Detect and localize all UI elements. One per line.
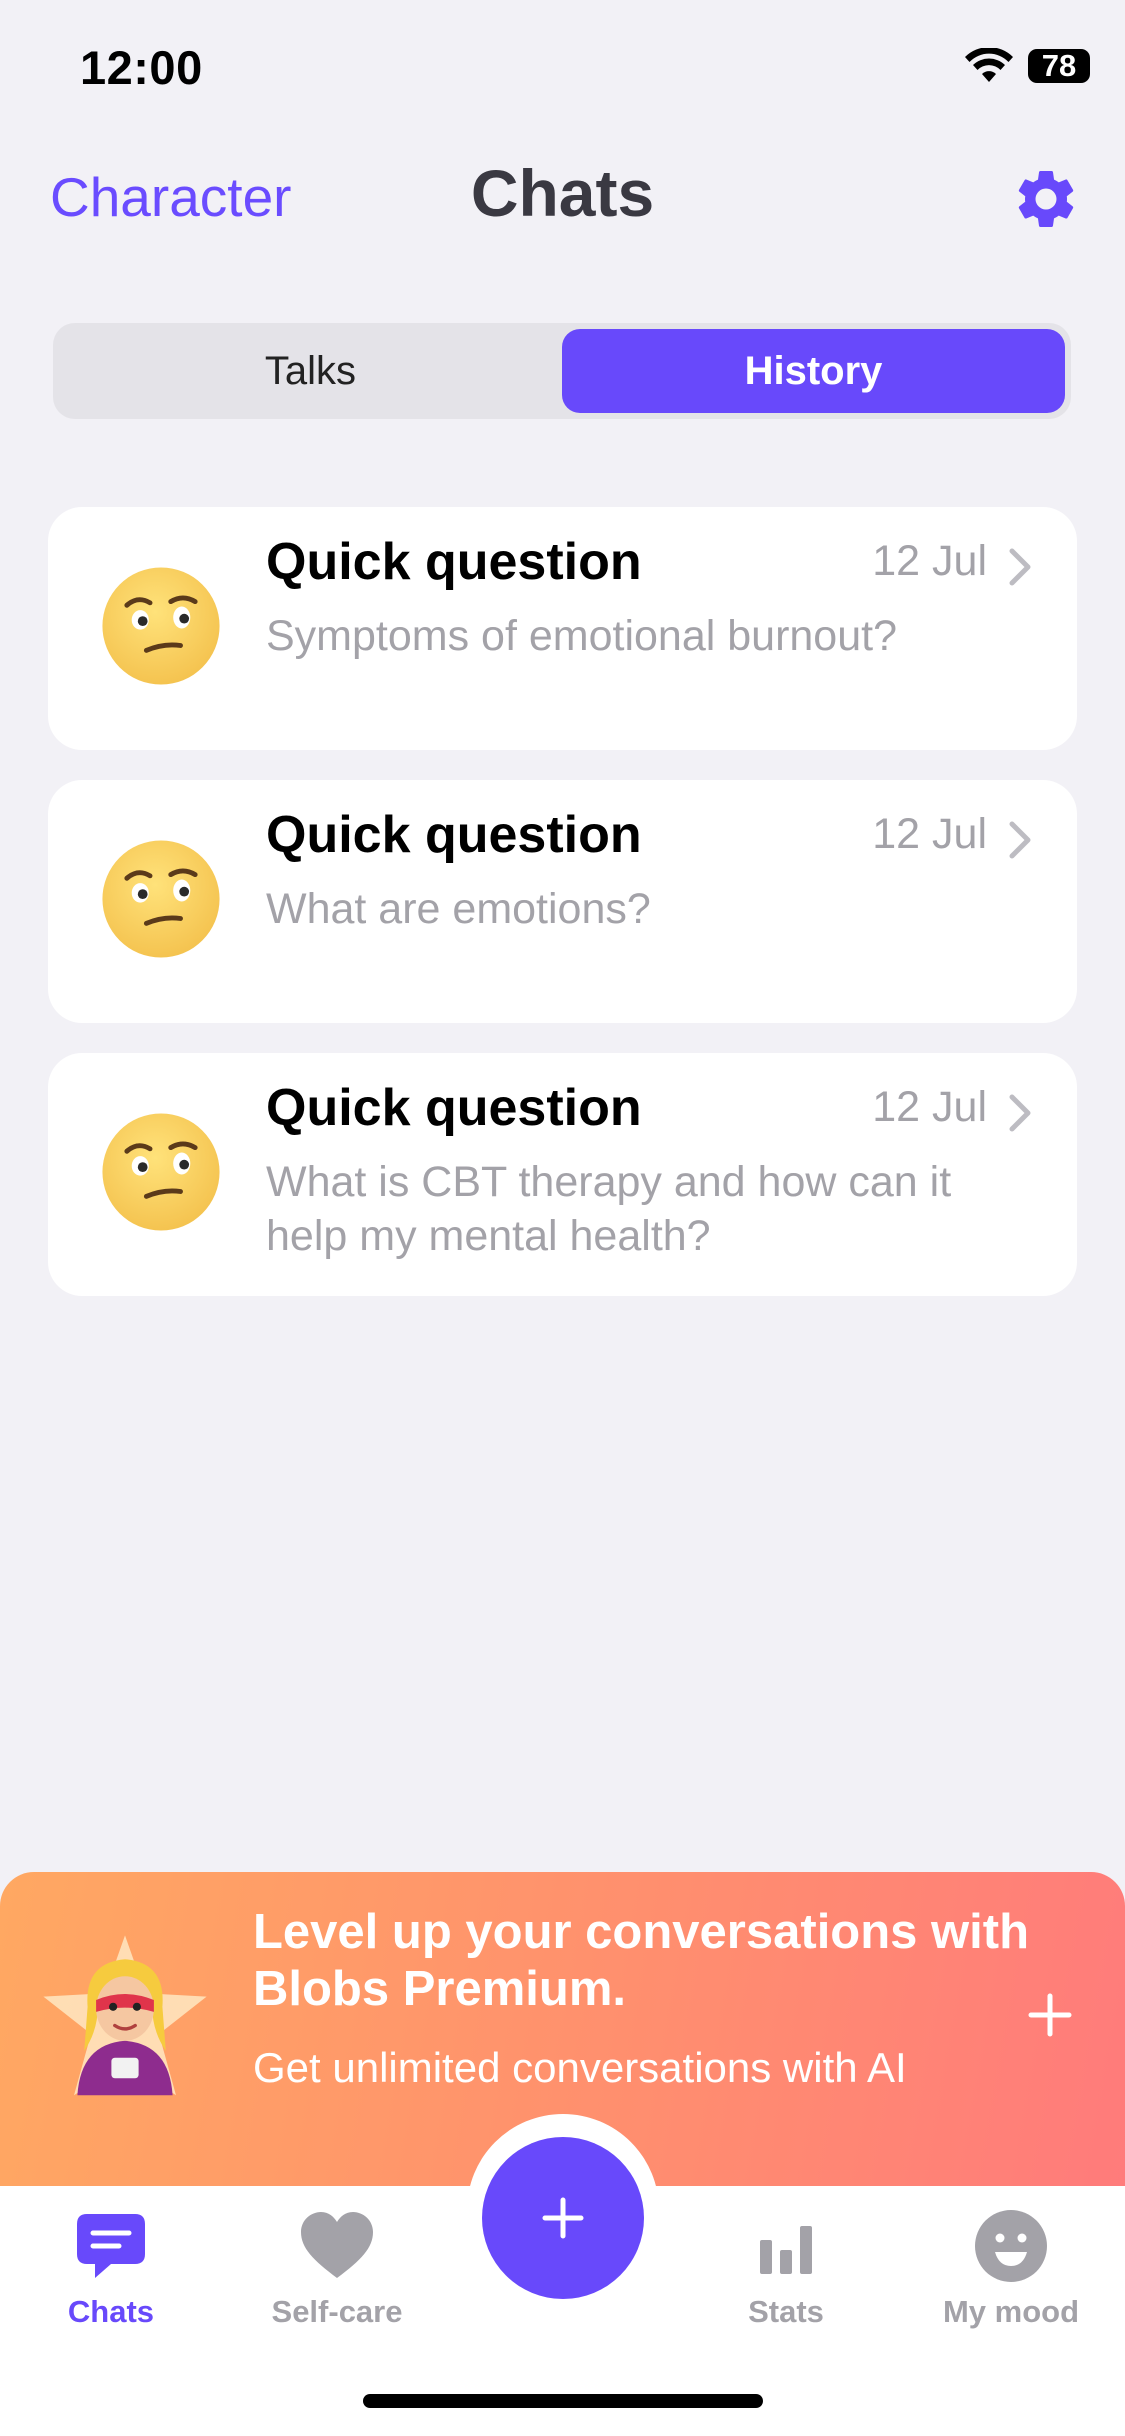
home-indicator [363, 2394, 763, 2408]
chat-date: 12 Jul [872, 537, 987, 585]
plus-icon [542, 2197, 584, 2239]
chevron-right-icon [1009, 1094, 1031, 1132]
tab-my-mood[interactable]: My mood [911, 2206, 1111, 2330]
plus-icon[interactable] [1027, 1992, 1073, 2038]
tab-label: My mood [942, 2294, 1080, 2329]
wifi-icon [965, 48, 1013, 82]
raised-eyebrow-emoji-icon [102, 567, 220, 685]
chevron-right-icon [1009, 548, 1031, 586]
chat-preview: What is CBT therapy and how can it help … [266, 1158, 952, 1260]
tab-chats[interactable]: Chats [11, 2206, 211, 2330]
tab-talks[interactable]: Talks [59, 329, 562, 413]
chat-bubble-icon [77, 2214, 145, 2278]
tab-history[interactable]: History [562, 329, 1065, 413]
tab-label: Stats [748, 2294, 824, 2329]
status-icons: 78 [964, 48, 1090, 84]
chat-date: 12 Jul [872, 810, 987, 858]
chat-preview: Symptoms of emotional burnout? [266, 612, 897, 660]
status-bar: 12:00 78 [0, 0, 1125, 140]
heart-icon [301, 2212, 373, 2278]
raised-eyebrow-emoji-icon [102, 1113, 220, 1231]
gear-icon[interactable] [1011, 164, 1081, 234]
tab-stats[interactable]: Stats [686, 2206, 886, 2330]
superhero-emoji-icon [43, 1935, 207, 2096]
chat-title: Quick question [266, 1079, 642, 1137]
new-chat-button[interactable] [482, 2137, 644, 2299]
raised-eyebrow-emoji-icon [102, 840, 220, 958]
bar-chart-icon [760, 2226, 812, 2274]
chat-title: Quick question [266, 806, 642, 864]
chat-list: Quick question 12 Jul Symptoms of emotio… [48, 507, 1077, 1326]
chat-card[interactable]: Quick question 12 Jul What are emotions? [48, 780, 1077, 1023]
chevron-right-icon [1009, 821, 1031, 859]
chat-card[interactable]: Quick question 12 Jul Symptoms of emotio… [48, 507, 1077, 750]
premium-subtext: Get unlimited conversations with AI [253, 2044, 907, 2091]
tab-label: Self-care [271, 2294, 403, 2329]
premium-headline: Level up your conversations with Blobs P… [253, 1905, 1030, 2016]
smiley-icon [975, 2210, 1047, 2282]
chat-title: Quick question [266, 533, 642, 591]
status-time: 12:00 [80, 41, 203, 94]
segmented-control: Talks History [53, 323, 1071, 419]
battery-level: 78 [1028, 48, 1090, 83]
chat-preview: What are emotions? [266, 885, 651, 933]
chat-card[interactable]: Quick question 12 Jul What is CBT therap… [48, 1053, 1077, 1296]
tab-label: Chats [67, 2294, 155, 2329]
chat-date: 12 Jul [872, 1083, 987, 1131]
battery-icon: 78 [1028, 48, 1090, 83]
page-title: Chats [470, 156, 655, 230]
tab-self-care[interactable]: Self-care [237, 2206, 437, 2330]
